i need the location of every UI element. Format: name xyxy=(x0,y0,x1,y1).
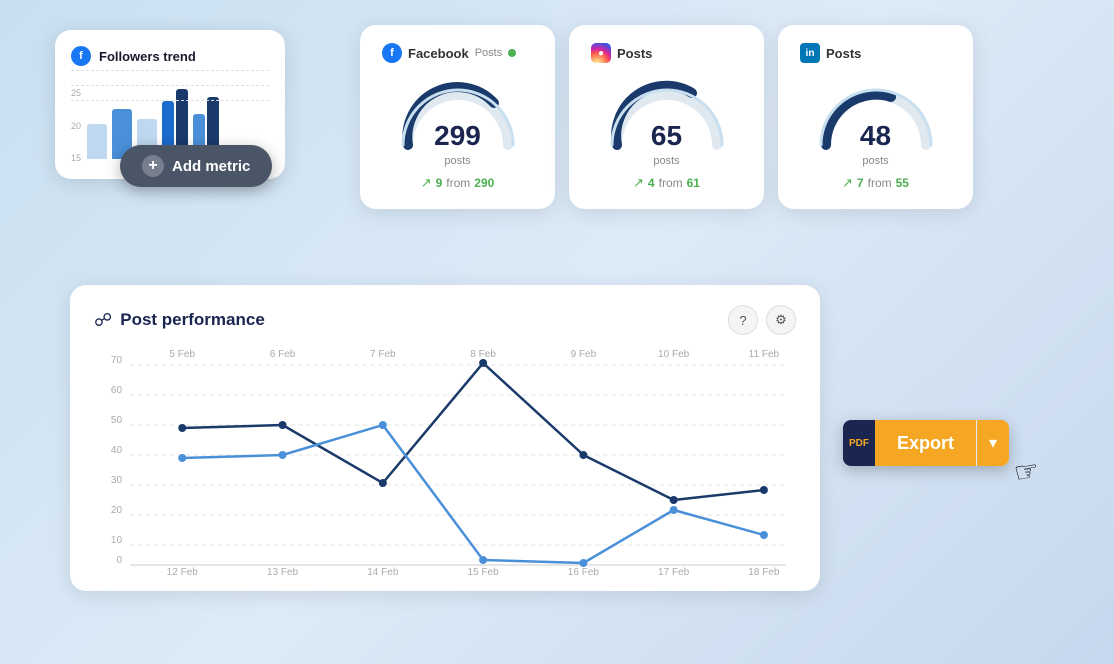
li-trend-from: from xyxy=(868,176,892,190)
posts-card-header-ig: ● Posts xyxy=(591,43,652,63)
fb-trend-base: 290 xyxy=(474,176,494,190)
chart-svg: 70 60 50 40 30 20 10 0 5 Feb 6 Feb 7 Feb… xyxy=(94,345,796,575)
fb-posts-label: Facebook xyxy=(408,46,469,61)
svg-text:10: 10 xyxy=(111,535,123,546)
svg-text:30: 30 xyxy=(111,475,123,486)
svg-text:8 Feb: 8 Feb xyxy=(470,349,496,360)
followers-title: Followers trend xyxy=(99,49,196,64)
chart-container: 70 60 50 40 30 20 10 0 5 Feb 6 Feb 7 Feb… xyxy=(94,345,796,575)
export-button[interactable]: Export xyxy=(875,420,976,466)
svg-text:15 Feb: 15 Feb xyxy=(468,567,500,575)
cursor-icon: ☞ xyxy=(1011,453,1041,490)
svg-text:17 Feb: 17 Feb xyxy=(658,567,690,575)
ig-trend-from: from xyxy=(659,176,683,190)
help-button[interactable]: ? xyxy=(728,305,758,335)
ig-trend-arrow: ↗ xyxy=(633,175,644,191)
performance-title-row: ☍ Post performance xyxy=(94,310,265,331)
perf-actions: ? ⚙ xyxy=(728,305,796,335)
fb-posts-icon: f xyxy=(382,43,402,63)
li-trend-num: 7 xyxy=(857,176,864,190)
posts-card-header-li: in Posts xyxy=(800,43,861,63)
posts-card-instagram: ● Posts 65 posts ↗ 4 from 61 xyxy=(569,25,764,209)
fb-trend-from: from xyxy=(446,176,470,190)
y-label-15: 15 xyxy=(71,153,81,163)
svg-text:70: 70 xyxy=(111,355,123,366)
svg-text:14 Feb: 14 Feb xyxy=(367,567,399,575)
svg-text:0: 0 xyxy=(117,555,123,566)
live-dot-fb xyxy=(508,49,516,57)
gauge-fb: 299 xyxy=(393,75,523,150)
svg-text:5 Feb: 5 Feb xyxy=(169,349,195,360)
export-pdf-badge: PDF xyxy=(843,420,875,466)
bar-1 xyxy=(87,124,107,159)
svg-text:7 Feb: 7 Feb xyxy=(370,349,396,360)
ig-posts-icon: ● xyxy=(591,43,611,63)
posts-cards-container: f Facebook Posts 299 posts ↗ 9 xyxy=(360,25,973,209)
posts-card-facebook: f Facebook Posts 299 posts ↗ 9 xyxy=(360,25,555,209)
fb-posts-unit: posts xyxy=(444,155,470,167)
svg-text:10 Feb: 10 Feb xyxy=(658,349,690,360)
li-trend-base: 55 xyxy=(896,176,909,190)
posts-card-header-fb: f Facebook Posts xyxy=(382,43,516,63)
fb-trend-num: 9 xyxy=(436,176,443,190)
export-chevron-button[interactable]: ▾ xyxy=(977,420,1009,466)
svg-text:16 Feb: 16 Feb xyxy=(568,567,600,575)
li-posts-label: Posts xyxy=(826,46,861,61)
performance-icon: ☍ xyxy=(94,310,112,331)
svg-text:20: 20 xyxy=(111,505,123,516)
fb-posts-trend: ↗ 9 from 290 xyxy=(421,175,495,191)
facebook-icon: f xyxy=(71,46,91,66)
ig-trend-base: 61 xyxy=(687,176,700,190)
svg-text:9 Feb: 9 Feb xyxy=(571,349,597,360)
fb-posts-value: 299 xyxy=(434,122,481,150)
svg-text:12 Feb: 12 Feb xyxy=(167,567,199,575)
settings-button[interactable]: ⚙ xyxy=(766,305,796,335)
svg-text:18 Feb: 18 Feb xyxy=(748,567,780,575)
fb-trend-arrow: ↗ xyxy=(421,175,432,191)
y-label-25: 25 xyxy=(71,88,81,98)
followers-card-header: f Followers trend xyxy=(71,46,269,66)
performance-card: ☍ Post performance ? ⚙ 70 60 50 40 30 20… xyxy=(70,285,820,591)
ig-posts-value: 65 xyxy=(651,122,682,150)
y-label-20: 20 xyxy=(71,121,81,131)
chart-line-1 xyxy=(182,363,764,500)
main-container: f Followers trend 25 20 15 xyxy=(0,0,1114,664)
gauge-li: 48 xyxy=(811,75,941,150)
svg-text:50: 50 xyxy=(111,415,123,426)
svg-text:13 Feb: 13 Feb xyxy=(267,567,299,575)
svg-text:6 Feb: 6 Feb xyxy=(270,349,296,360)
chart-line-2 xyxy=(182,425,764,563)
ig-posts-trend: ↗ 4 from 61 xyxy=(633,175,700,191)
add-metric-plus-icon: + xyxy=(142,155,164,177)
li-posts-unit: posts xyxy=(862,155,888,167)
ig-posts-unit: posts xyxy=(653,155,679,167)
add-metric-button[interactable]: + Add metric xyxy=(120,145,272,187)
export-button-container: PDF Export ▾ xyxy=(843,420,1009,466)
posts-card-linkedin: in Posts 48 posts ↗ 7 from 55 xyxy=(778,25,973,209)
li-posts-icon: in xyxy=(800,43,820,63)
li-trend-arrow: ↗ xyxy=(842,175,853,191)
performance-title: Post performance xyxy=(120,310,265,330)
ig-trend-num: 4 xyxy=(648,176,655,190)
svg-text:11 Feb: 11 Feb xyxy=(749,349,780,360)
ig-posts-label: Posts xyxy=(617,46,652,61)
li-posts-value: 48 xyxy=(860,122,891,150)
svg-text:60: 60 xyxy=(111,385,123,396)
add-metric-label: Add metric xyxy=(172,158,250,175)
svg-text:40: 40 xyxy=(111,445,123,456)
li-posts-trend: ↗ 7 from 55 xyxy=(842,175,909,191)
gauge-ig: 65 xyxy=(602,75,732,150)
performance-header: ☍ Post performance ? ⚙ xyxy=(94,305,796,335)
